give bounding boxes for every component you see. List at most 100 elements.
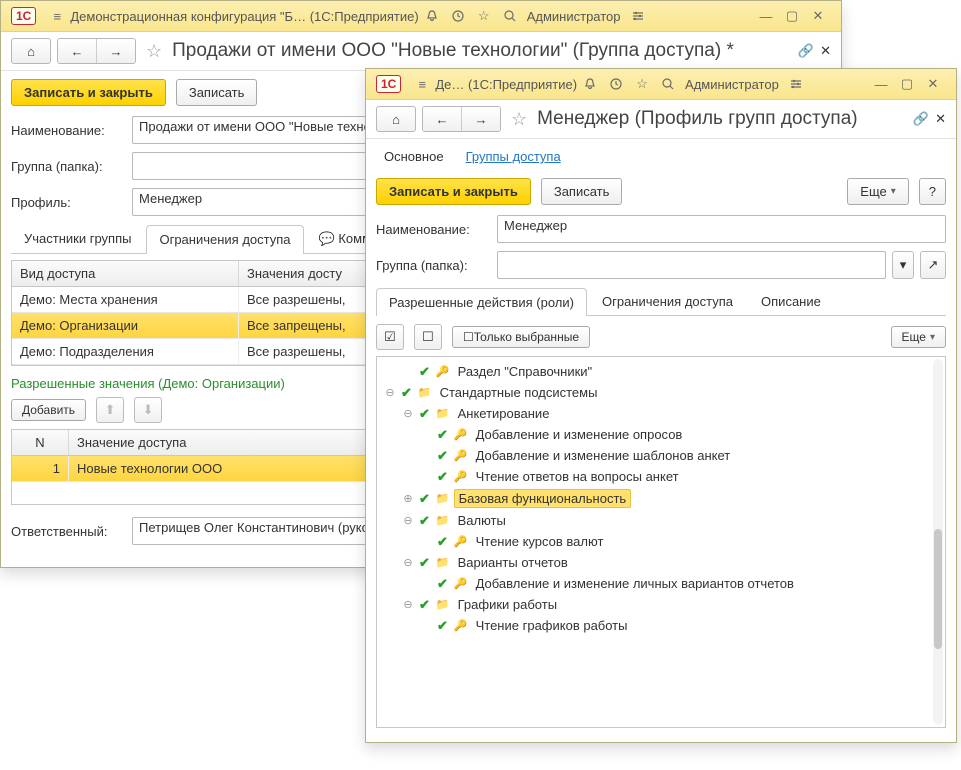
back-button[interactable]: ←: [58, 39, 97, 63]
col-n: N: [12, 430, 69, 455]
tree-node[interactable]: ⊖✔📁Анкетирование: [377, 403, 945, 424]
home-button[interactable]: ⌂: [376, 106, 416, 132]
tree-node[interactable]: ⊖✔📁Стандартные подсистемы: [377, 382, 945, 403]
titlebar-back: 1C ≡ Демонстрационная конфигурация "Б… (…: [1, 1, 841, 32]
tree-node[interactable]: ⊕✔📁Базовая функциональность: [377, 487, 945, 510]
user-name[interactable]: Администратор: [527, 9, 621, 24]
uncheck-all-icon[interactable]: ☐: [414, 324, 442, 350]
tree-more-button[interactable]: Еще: [891, 326, 946, 348]
more-button[interactable]: Еще: [847, 178, 908, 205]
tree-node[interactable]: ✔🔑Добавление и изменение опросов: [377, 424, 945, 445]
save-close-button[interactable]: Записать и закрыть: [11, 79, 166, 106]
save-close-button[interactable]: Записать и закрыть: [376, 178, 531, 205]
page-title: Менеджер (Профиль групп доступа): [537, 108, 907, 130]
tab-members[interactable]: Участники группы: [11, 224, 144, 253]
save-button[interactable]: Записать: [176, 79, 258, 106]
link-icon[interactable]: 🔗: [913, 111, 929, 127]
help-button[interactable]: ?: [919, 178, 946, 205]
back-button[interactable]: ←: [423, 107, 462, 131]
search-icon[interactable]: [657, 75, 679, 93]
close-icon[interactable]: ✕: [807, 7, 829, 25]
key-icon: 🔑: [454, 449, 468, 462]
menu-icon[interactable]: ≡: [46, 7, 68, 25]
expand-icon[interactable]: ⊕: [399, 492, 417, 505]
check-icon: ✔: [437, 469, 448, 485]
tab-roles[interactable]: Разрешенные действия (роли): [376, 288, 587, 316]
col-access-type: Вид доступа: [12, 261, 239, 286]
close-icon[interactable]: ✕: [922, 75, 944, 93]
scrollbar[interactable]: [933, 359, 943, 725]
navtab-main[interactable]: Основное: [376, 145, 452, 168]
maximize-icon[interactable]: ▢: [896, 75, 918, 93]
minimize-icon[interactable]: —: [870, 75, 892, 93]
collapse-icon[interactable]: ⊖: [399, 407, 417, 420]
forward-button[interactable]: →: [462, 107, 500, 131]
nav-section: ⌂ ← → ☆ Продажи от имени ООО "Новые техн…: [1, 32, 841, 71]
favorite-icon[interactable]: ☆: [146, 41, 162, 62]
tree-node[interactable]: ✔🔑Добавление и изменение шаблонов анкет: [377, 445, 945, 466]
tree-node[interactable]: ✔🔑Чтение курсов валют: [377, 531, 945, 552]
settings-icon[interactable]: [785, 75, 807, 93]
check-icon: ✔: [437, 534, 448, 550]
group-label: Группа (папка):: [376, 258, 491, 273]
group-input[interactable]: [497, 251, 886, 279]
window-subtitle: (1С:Предприятие): [310, 9, 419, 24]
search-icon[interactable]: [499, 7, 521, 25]
add-button[interactable]: Добавить: [11, 399, 86, 421]
nav-section: ⌂ ← → ☆ Менеджер (Профиль групп доступа)…: [366, 100, 956, 139]
key-icon: 🔑: [454, 619, 468, 632]
check-all-icon[interactable]: ☑: [376, 324, 404, 350]
window-title: Демонстрационная конфигурация "Б…: [70, 9, 306, 24]
check-icon: ✔: [419, 364, 430, 380]
move-down-icon[interactable]: ⬇: [134, 397, 162, 423]
name-input[interactable]: Менеджер: [497, 215, 946, 243]
tree-node[interactable]: ✔🔑Чтение ответов на вопросы анкет: [377, 466, 945, 487]
page-close-icon[interactable]: ✕: [935, 111, 946, 127]
open-icon[interactable]: ↗: [920, 251, 946, 279]
menu-icon[interactable]: ≡: [411, 75, 433, 93]
tree-node[interactable]: ✔🔑Чтение графиков работы: [377, 615, 945, 636]
history-icon[interactable]: [605, 75, 627, 93]
collapse-icon[interactable]: ⊖: [381, 386, 399, 399]
folder-icon: 📁: [436, 598, 450, 611]
collapse-icon[interactable]: ⊖: [399, 514, 417, 527]
minimize-icon[interactable]: —: [755, 7, 777, 25]
tab-description[interactable]: Описание: [748, 287, 834, 315]
group-label: Группа (папка):: [11, 159, 126, 174]
dropdown-icon[interactable]: ▾: [892, 251, 914, 279]
app-logo: 1C: [376, 75, 401, 93]
tree-node[interactable]: ⊖✔📁Варианты отчетов: [377, 552, 945, 573]
page-close-icon[interactable]: ✕: [820, 43, 831, 59]
folder-icon: 📁: [436, 492, 450, 505]
scroll-thumb[interactable]: [934, 529, 942, 649]
bell-icon[interactable]: [421, 7, 443, 25]
maximize-icon[interactable]: ▢: [781, 7, 803, 25]
folder-icon: 📁: [418, 386, 432, 399]
tab-restrictions[interactable]: Ограничения доступа: [589, 287, 746, 315]
tab-restrictions[interactable]: Ограничения доступа: [146, 225, 303, 254]
star-icon[interactable]: ☆: [631, 75, 653, 93]
navtab-groups[interactable]: Группы доступа: [458, 145, 569, 168]
tree-node[interactable]: ✔🔑Добавление и изменение личных варианто…: [377, 573, 945, 594]
tree-node[interactable]: ✔🔑Раздел "Справочники": [377, 361, 945, 382]
move-up-icon[interactable]: ⬆: [96, 397, 124, 423]
home-button[interactable]: ⌂: [11, 38, 51, 64]
tree-node[interactable]: ⊖✔📁Графики работы: [377, 594, 945, 615]
user-name[interactable]: Администратор: [685, 77, 779, 92]
forward-button[interactable]: →: [97, 39, 135, 63]
tree-node[interactable]: ⊖✔📁Валюты: [377, 510, 945, 531]
star-icon[interactable]: ☆: [473, 7, 495, 25]
link-icon[interactable]: 🔗: [798, 43, 814, 59]
collapse-icon[interactable]: ⊖: [399, 556, 417, 569]
save-button[interactable]: Записать: [541, 178, 623, 205]
only-selected-button[interactable]: ☐ Только выбранные: [452, 326, 590, 348]
settings-icon[interactable]: [627, 7, 649, 25]
bell-icon[interactable]: [579, 75, 601, 93]
check-icon: ✔: [437, 576, 448, 592]
check-icon: ✔: [419, 597, 430, 613]
favorite-icon[interactable]: ☆: [511, 109, 527, 130]
collapse-icon[interactable]: ⊖: [399, 598, 417, 611]
history-icon[interactable]: [447, 7, 469, 25]
roles-tree: ✔🔑Раздел "Справочники" ⊖✔📁Стандартные по…: [376, 356, 946, 728]
name-label: Наименование:: [376, 222, 491, 237]
